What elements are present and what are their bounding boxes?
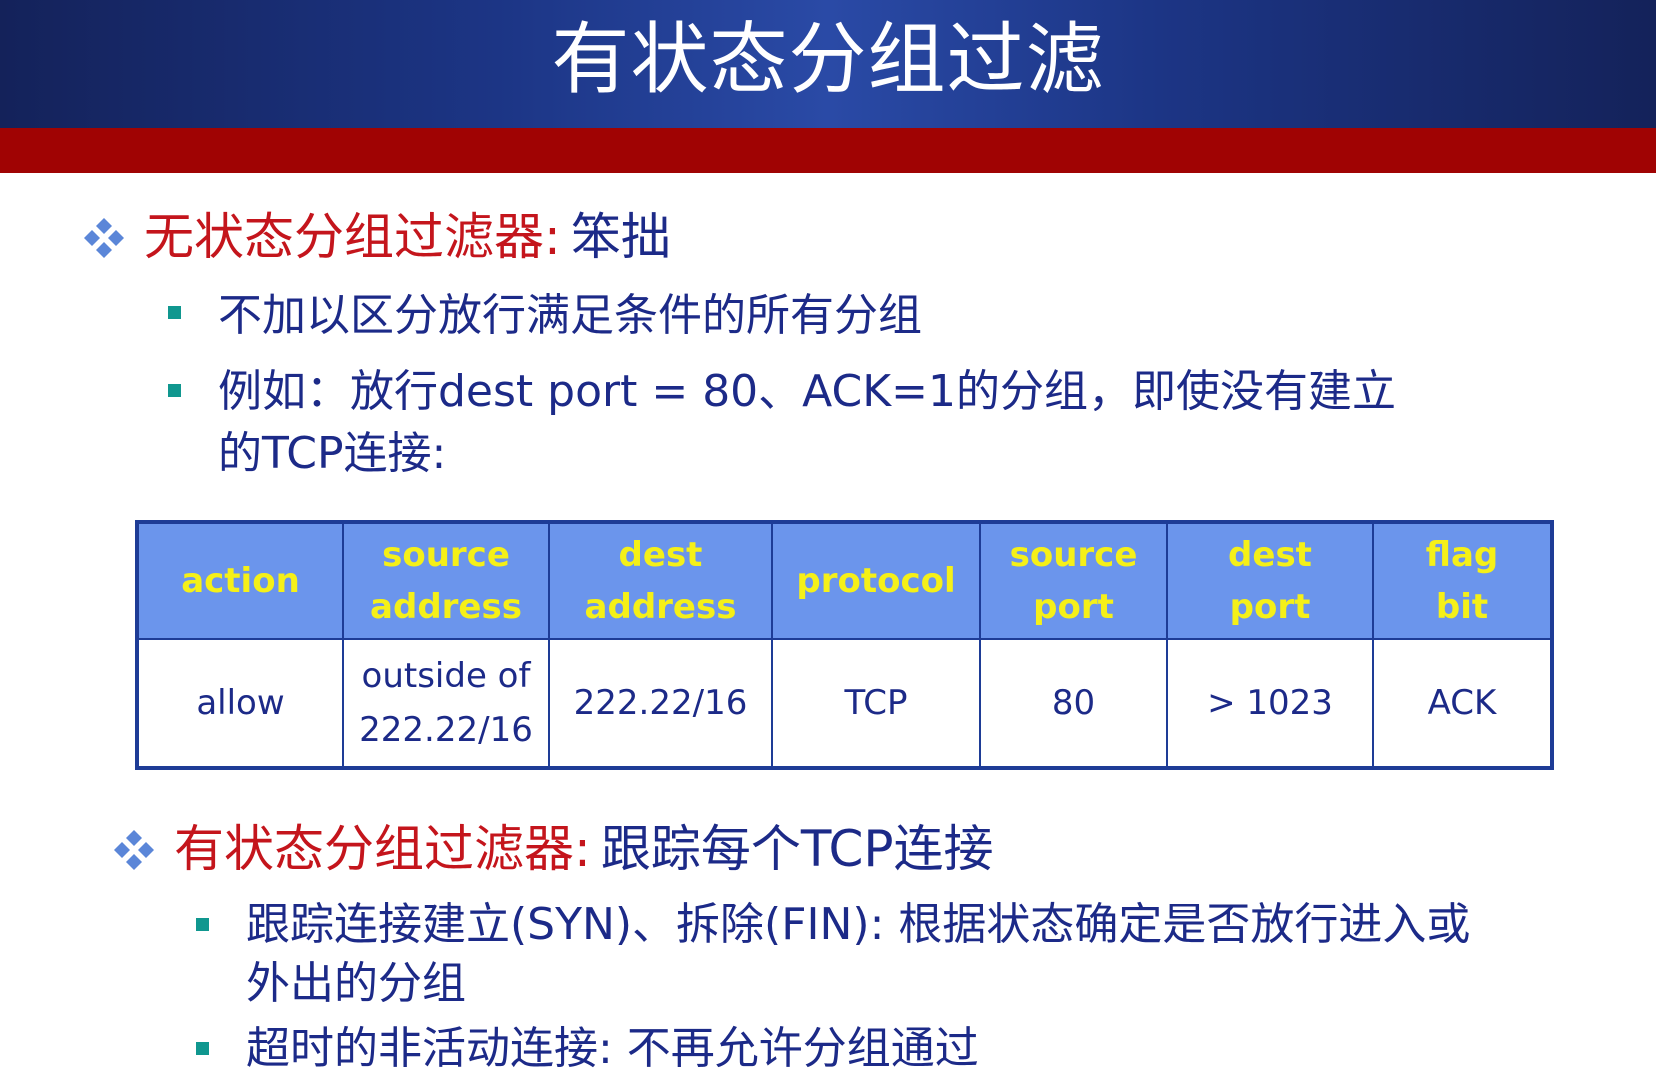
section1-heading-red: 无状态分组过滤器:	[144, 208, 561, 266]
section1-bullet-2-continuation: 的TCP连接:	[218, 428, 447, 479]
section1-bullet-1: 不加以区分放行满足条件的所有分组	[218, 290, 922, 341]
table-row: allow outside of 222.22/16 222.22/16 TCP …	[136, 638, 1553, 769]
cell-action: allow	[136, 638, 344, 769]
square-bullet-icon	[168, 384, 181, 397]
square-bullet-icon	[168, 306, 181, 319]
section2-bullet-1-continuation: 外出的分组	[246, 958, 466, 1009]
section2-heading: 有状态分组过滤器: 跟踪每个TCP连接	[112, 822, 994, 877]
slide-content: 无状态分组过滤器: 笨拙 不加以区分放行满足条件的所有分组 例如：放行dest …	[0, 0, 1656, 1086]
header-source-address: source address	[342, 521, 550, 640]
cell-dest-port: > 1023	[1166, 638, 1374, 769]
cell-source-port: 80	[979, 638, 1168, 769]
square-bullet-icon	[196, 1042, 209, 1055]
filter-rule-table: action source address dest address protoco…	[135, 520, 1554, 770]
header-action: action	[136, 521, 344, 640]
section2-bullet-2: 超时的非活动连接: 不再允许分组通过	[246, 1023, 979, 1074]
table-header-row: action source address dest address protoco…	[136, 521, 1553, 640]
section1-heading-rest: 笨拙	[570, 208, 671, 266]
square-bullet-icon	[196, 918, 209, 931]
header-source-port: source port	[979, 521, 1168, 640]
header-dest-port: dest port	[1166, 521, 1374, 640]
header-flag-bit: flag bit	[1372, 521, 1553, 640]
four-diamond-icon	[112, 828, 156, 872]
cell-flag-bit: ACK	[1372, 638, 1553, 769]
section2-heading-red: 有状态分组过滤器:	[174, 820, 591, 878]
header-protocol: protocol	[771, 521, 981, 640]
header-dest-address: dest address	[548, 521, 773, 640]
cell-source-address: outside of 222.22/16	[342, 638, 550, 769]
section2-heading-rest: 跟踪每个TCP连接	[600, 820, 994, 878]
four-diamond-icon	[82, 216, 126, 260]
cell-dest-address: 222.22/16	[548, 638, 773, 769]
section2-bullet-1: 跟踪连接建立(SYN)、拆除(FIN): 根据状态确定是否放行进入或	[246, 899, 1471, 950]
section1-bullet-2: 例如：放行dest port = 80、ACK=1的分组，即使没有建立	[218, 366, 1396, 417]
section1-heading: 无状态分组过滤器: 笨拙	[82, 210, 671, 265]
cell-protocol: TCP	[771, 638, 981, 769]
